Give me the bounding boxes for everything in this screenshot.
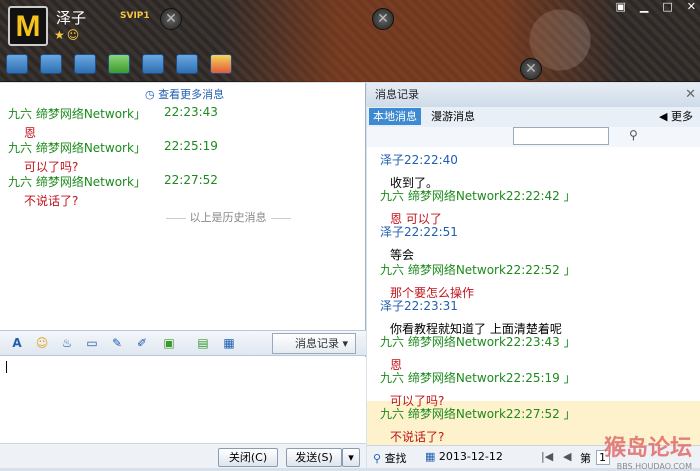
date-picker[interactable]: ▦ 2013-12-12 xyxy=(425,450,503,463)
zoom-icon[interactable]: ⚲ xyxy=(629,128,638,142)
history-search-input[interactable] xyxy=(513,127,609,145)
history-message: 九六 缔梦网络Network22:22:42 」恩 可以了 xyxy=(380,187,576,227)
chat-message: 九六 缔梦网络Network」 22:27:52 不说话了? xyxy=(8,173,218,208)
main-toolbar xyxy=(6,54,232,74)
title-bar: M 泽子 SVIP1 ★☺ ✕ ✕ ✕ ▣ ▁ □ ✕ xyxy=(0,0,700,82)
voice-call-icon[interactable] xyxy=(40,54,62,74)
history-message-header: 泽子22:23:31 xyxy=(380,299,458,313)
history-message: 九六 缔梦网络Network22:25:19 」可以了吗? xyxy=(380,369,576,409)
more-button[interactable]: ◀ 更多 xyxy=(655,108,697,125)
message-history-button[interactable]: 消息记录 ▾ xyxy=(272,333,356,354)
send-bar: 关闭(C) 发送(S) ▾ xyxy=(0,443,366,468)
history-message: 泽子22:22:51 等会 xyxy=(380,223,458,263)
close-icon[interactable]: ✕ xyxy=(687,0,696,13)
calendar-icon: ▦ xyxy=(425,450,436,463)
history-title: 消息记录 ✕ xyxy=(367,83,700,107)
vip-badge: SVIP1 xyxy=(120,11,150,21)
history-message: 九六 缔梦网络Network22:22:52 」那个要怎么操作 xyxy=(380,261,576,301)
decorative-screw-icon: ✕ xyxy=(520,58,542,80)
history-search-bar: ⚲ xyxy=(367,127,700,147)
send-image-icon[interactable]: ▣ xyxy=(160,335,178,352)
view-more-link[interactable]: ◷ 查看更多消息 xyxy=(145,86,224,102)
close-button[interactable]: 关闭(C) xyxy=(218,448,278,467)
apps-grid-icon[interactable] xyxy=(210,54,232,74)
magic-face-icon[interactable]: ♨ xyxy=(58,335,76,352)
history-message: 泽子22:23:31 你看教程就知道了 上面清楚着呢 xyxy=(380,297,562,337)
history-message-header: 九六 缔梦网络Network22:27:52 」 xyxy=(380,407,576,421)
speaker-icon: ◀ xyxy=(659,110,668,123)
chat-message: 九六 缔梦网络Network」 22:23:43 恩 xyxy=(8,105,218,140)
send-options-dropdown[interactable]: ▾ xyxy=(342,448,360,467)
font-icon[interactable]: A xyxy=(8,335,26,352)
history-message-header: 九六 缔梦网络Network22:25:19 」 xyxy=(380,371,576,385)
history-message-header: 九六 缔梦网络Network22:22:42 」 xyxy=(380,189,576,203)
decorative-screw-icon: ✕ xyxy=(372,8,394,30)
prev-page-icon[interactable]: ◀ xyxy=(563,450,571,463)
minimize-icon[interactable]: ▁ xyxy=(640,0,648,13)
maximize-icon[interactable]: □ xyxy=(662,0,672,13)
history-message-header: 泽子22:22:40 xyxy=(380,153,458,167)
screen-shake-icon[interactable]: ▭ xyxy=(83,335,101,352)
history-message-header: 九六 缔梦网络Network22:23:43 」 xyxy=(380,335,576,349)
scribble-icon[interactable]: ✐ xyxy=(133,335,151,352)
emoji-icon[interactable]: ☺ xyxy=(33,335,51,352)
window-controls: ▣ ▁ □ ✕ xyxy=(616,0,697,13)
chat-message: 九六 缔梦网络Network」 22:25:19 可以了吗? xyxy=(8,139,218,174)
history-message-text: 不说话了? xyxy=(390,430,445,444)
screenshot-icon[interactable]: ▦ xyxy=(220,335,238,352)
avatar[interactable]: M xyxy=(8,6,48,46)
history-divider: 以上是历史消息 xyxy=(118,209,338,225)
level-stars: ★☺ xyxy=(54,28,82,42)
clock-icon: ◷ xyxy=(145,88,155,101)
history-message-header: 泽子22:22:51 xyxy=(380,225,458,239)
history-message-header: 九六 缔梦网络Network22:22:52 」 xyxy=(380,263,576,277)
history-message: 九六 缔梦网络Network22:23:43 」恩 xyxy=(380,333,576,373)
history-tabs: 本地消息 漫游消息 ◀ 更多 xyxy=(367,107,700,127)
chat-pane: ◷ 查看更多消息 九六 缔梦网络Network」 22:23:43 恩 九六 缔… xyxy=(0,83,366,468)
tab-local-messages[interactable]: 本地消息 xyxy=(369,108,421,125)
format-toolbar: A ☺ ♨ ▭ ✎ ✐ ▣ ▤ ▦ 消息记录 ▾ xyxy=(0,330,366,356)
close-history-icon[interactable]: ✕ xyxy=(685,83,696,107)
history-message: 九六 缔梦网络Network22:27:52 」不说话了? xyxy=(380,405,576,445)
first-page-icon[interactable]: |◀ xyxy=(541,450,553,463)
history-message: 泽子22:22:40 收到了。 xyxy=(380,151,458,191)
search-button[interactable]: ⚲ 查找 xyxy=(373,450,407,466)
tab-roaming-messages[interactable]: 漫游消息 xyxy=(427,108,479,125)
watermark: 猴岛论坛 BBS.HOUDAO.COM xyxy=(603,436,692,471)
decorative-screw-icon: ✕ xyxy=(160,8,182,30)
message-input[interactable] xyxy=(0,357,366,443)
video-call-icon[interactable] xyxy=(6,54,28,74)
share-screen-icon[interactable] xyxy=(176,54,198,74)
search-icon: ⚲ xyxy=(373,452,382,465)
gift-icon[interactable]: ▤ xyxy=(194,335,212,352)
contact-name: 泽子 xyxy=(56,9,87,27)
text-caret xyxy=(6,361,7,373)
send-button[interactable]: 发送(S) xyxy=(286,448,342,467)
remote-desktop-icon[interactable] xyxy=(142,54,164,74)
restore-icon[interactable]: ▣ xyxy=(616,0,626,13)
history-pane: 消息记录 ✕ 本地消息 漫游消息 ◀ 更多 ⚲ 泽子22:22:40 收到了。 九六… xyxy=(367,83,700,471)
send-file-icon[interactable] xyxy=(74,54,96,74)
add-app-icon[interactable] xyxy=(108,54,130,74)
voice-message-icon[interactable]: ✎ xyxy=(108,335,126,352)
